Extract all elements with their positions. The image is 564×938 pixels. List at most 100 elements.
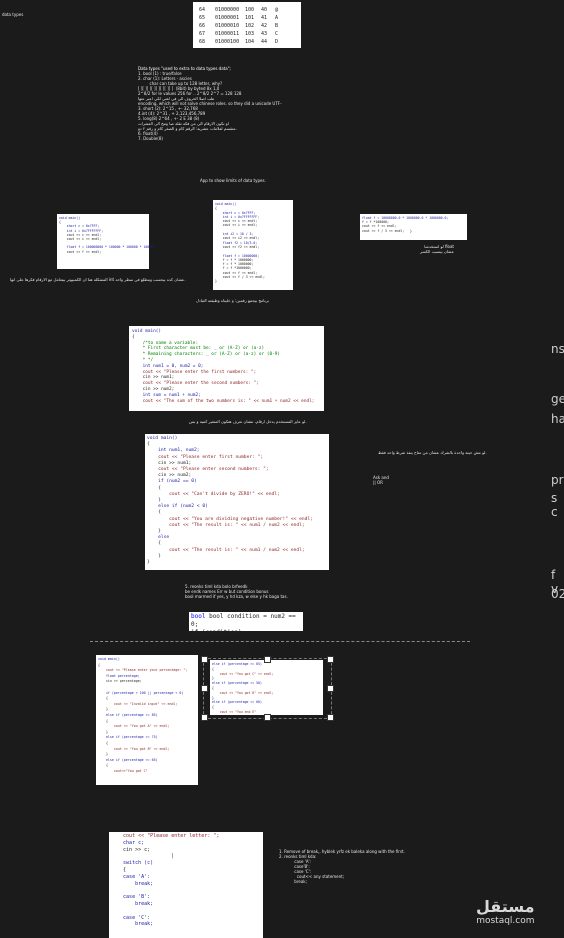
right-edge-fragments: ns ge ha pr s c f v 02 bbox=[551, 340, 564, 620]
resize-handle-bl[interactable] bbox=[201, 714, 208, 721]
divide-note-right: لو مش حيتة واحدة بالشرك عشان من متاح ينف… bbox=[378, 450, 487, 455]
ascii-row: 68 01000100 104 44 D bbox=[199, 38, 295, 46]
code-line: cin >> c; bbox=[111, 846, 151, 853]
ascii-cell: 44 bbox=[261, 39, 268, 45]
code-line: { bbox=[111, 866, 127, 873]
resize-handle-mr[interactable] bbox=[327, 685, 334, 692]
ascii-cell: 42 bbox=[261, 23, 268, 29]
code-center-panel: void main(){ short c = 0x7FFF; int i = 0… bbox=[213, 200, 293, 290]
code-line: cout<<"You got C" bbox=[98, 768, 148, 773]
datatypes-note: Data types "used to extra to data types … bbox=[138, 66, 328, 141]
watermark-logo: مستقل bbox=[476, 897, 535, 916]
resize-handle-tl[interactable] bbox=[201, 656, 208, 663]
resize-handle-tr[interactable] bbox=[327, 656, 334, 663]
ascii-cell: 102 bbox=[245, 23, 255, 29]
watermark-site: mostaql.com bbox=[476, 916, 535, 926]
code-limits-note: المشكله هنا ان الكمبيوتر بيتعامل مع الار… bbox=[10, 277, 186, 282]
bool-caption: 5. reonks timl kda bolo brfeedk be endk n… bbox=[185, 584, 288, 599]
ascii-cell: 40 bbox=[261, 7, 268, 13]
code-line: cout << "The result is: " << num1 / num2… bbox=[147, 547, 305, 553]
ascii-cell: 104 bbox=[245, 39, 255, 45]
resize-handle-ml[interactable] bbox=[201, 685, 208, 692]
code-line: cout << f << endl; bbox=[59, 249, 102, 254]
resize-handle-br[interactable] bbox=[327, 714, 334, 721]
bool-code-line1: bool condition = num2 == 0; bbox=[191, 613, 296, 628]
ascii-cell: 01000001 bbox=[215, 15, 240, 21]
code-limits-panel: void main(){ short c = 0x7FFF; int i = 0… bbox=[57, 214, 155, 269]
app-label: App to show limits of data types. bbox=[200, 178, 266, 183]
divide-note-right2: Ask and || OR bbox=[373, 475, 389, 485]
ascii-cell: 01000010 bbox=[215, 23, 240, 29]
ascii-cell: 67 bbox=[199, 31, 206, 37]
ascii-cell: A bbox=[275, 15, 279, 21]
switch-note: 1. Remove of break,, hyblek yrfz ek bale… bbox=[279, 849, 405, 884]
code-line: break; bbox=[111, 900, 154, 907]
code-percentage2-panel: else if (percentage >= 65){ cout << "You… bbox=[210, 660, 323, 715]
ascii-cell: 01000000 bbox=[215, 7, 240, 13]
ascii-cell: 65 bbox=[199, 15, 206, 21]
ascii-row: 67 01000011 103 43 C bbox=[199, 30, 295, 38]
ascii-cell: C bbox=[275, 31, 279, 37]
fragment-0: ns bbox=[551, 342, 564, 356]
ascii-cell: 43 bbox=[261, 31, 268, 37]
fragment-4: s c bbox=[551, 491, 558, 519]
ascii-cell: 68 bbox=[199, 39, 206, 45]
code-line: switch (c) bbox=[111, 860, 154, 867]
code-line: case 'C': bbox=[111, 914, 151, 921]
watermark: مستقل mostaql.com bbox=[476, 897, 535, 927]
ascii-table: 64 01000000 100 40 @65 01000001 101 41 A 66 010000… bbox=[193, 2, 301, 48]
fragment-2: ha bbox=[551, 412, 564, 426]
switch-note-line: break; bbox=[279, 879, 307, 884]
code-percentage-panel: void main(){ cout << "Please enter your … bbox=[96, 655, 198, 785]
code-line: } bbox=[147, 560, 150, 566]
code-divide-panel: void main(){ int num1, num2; cout << "Pl… bbox=[145, 434, 329, 570]
ascii-cell: 103 bbox=[245, 31, 255, 37]
bool-code-line2: if (condition) bbox=[191, 629, 242, 636]
ascii-cell: 41 bbox=[261, 15, 268, 21]
code-line: break; bbox=[111, 880, 154, 887]
ascii-row: 64 01000000 100 40 @ bbox=[199, 6, 295, 14]
ascii-cell: 66 bbox=[199, 23, 206, 29]
ascii-cell: 64 bbox=[199, 7, 206, 13]
code-line: case 'A': bbox=[111, 873, 151, 880]
side-label: data types bbox=[2, 12, 24, 17]
ascii-row: 65 01000001 101 41 A bbox=[199, 14, 295, 22]
code-line: char c; bbox=[111, 839, 145, 846]
code-percentage2-selection[interactable]: else if (percentage >= 65){ cout << "You… bbox=[201, 656, 334, 721]
resize-handle-tc[interactable] bbox=[264, 656, 271, 663]
center-caption: برنامج بيجمع رقمين: و خليناه وظيفته التب… bbox=[196, 298, 269, 303]
code-switch-panel: cout << "Please enter letter: "; char c;… bbox=[109, 832, 263, 938]
sum-caption: لو عايز المستخدم يدخل ارقام، عشان نعرف ه… bbox=[189, 419, 307, 424]
ascii-cell: 100 bbox=[245, 7, 255, 13]
code-line: cout << "You are dividing negative numbe… bbox=[147, 516, 313, 522]
fragment-3: pr bbox=[551, 473, 564, 487]
code-line: case 'B': bbox=[111, 894, 151, 901]
code-line: cout << "Please enter your percentage: "… bbox=[98, 668, 188, 673]
fragment-1: ge bbox=[551, 392, 564, 406]
datatypes-note-line: 7. Double(8) bbox=[138, 136, 163, 141]
separator bbox=[90, 641, 470, 642]
code-line: | bbox=[111, 853, 175, 860]
code-sum-panel: void main(){ /*to name a variable: * Fir… bbox=[129, 326, 324, 411]
ascii-cell: D bbox=[275, 39, 279, 45]
ascii-cell: @ bbox=[275, 7, 279, 13]
bool-code: bool bool condition = num2 == 0; if (con… bbox=[189, 612, 303, 636]
ascii-cell: 01000100 bbox=[215, 39, 240, 45]
bool-caption-line: bool marmed if yes, y hd kza, w else y h… bbox=[185, 594, 288, 599]
ascii-cell: 01000011 bbox=[215, 31, 240, 37]
code-line: break; bbox=[111, 921, 154, 928]
code-line: cout << "The result is: " << num1 / num2… bbox=[147, 522, 305, 528]
ascii-cell: 101 bbox=[245, 15, 255, 21]
resize-handle-bc[interactable] bbox=[264, 714, 271, 721]
code-line: } bbox=[215, 279, 217, 284]
fragment-6: 02 bbox=[551, 587, 564, 601]
code-line: if (percentage > 100 || percentage < 0) bbox=[98, 690, 184, 695]
ascii-cell: B bbox=[275, 23, 279, 29]
code-line: cout << f / 3 << endl; } bbox=[362, 228, 412, 233]
float-note: لو استخدمنا float عشان بيسيب الكسر bbox=[420, 244, 454, 254]
code-line: cout << "The sum of the two numbers is: … bbox=[132, 398, 315, 404]
code-float-panel: float f = 10000000.0 * 1000000.0 * 10000… bbox=[360, 214, 467, 240]
code-line: cout << "Please enter letter: "; bbox=[111, 833, 220, 839]
